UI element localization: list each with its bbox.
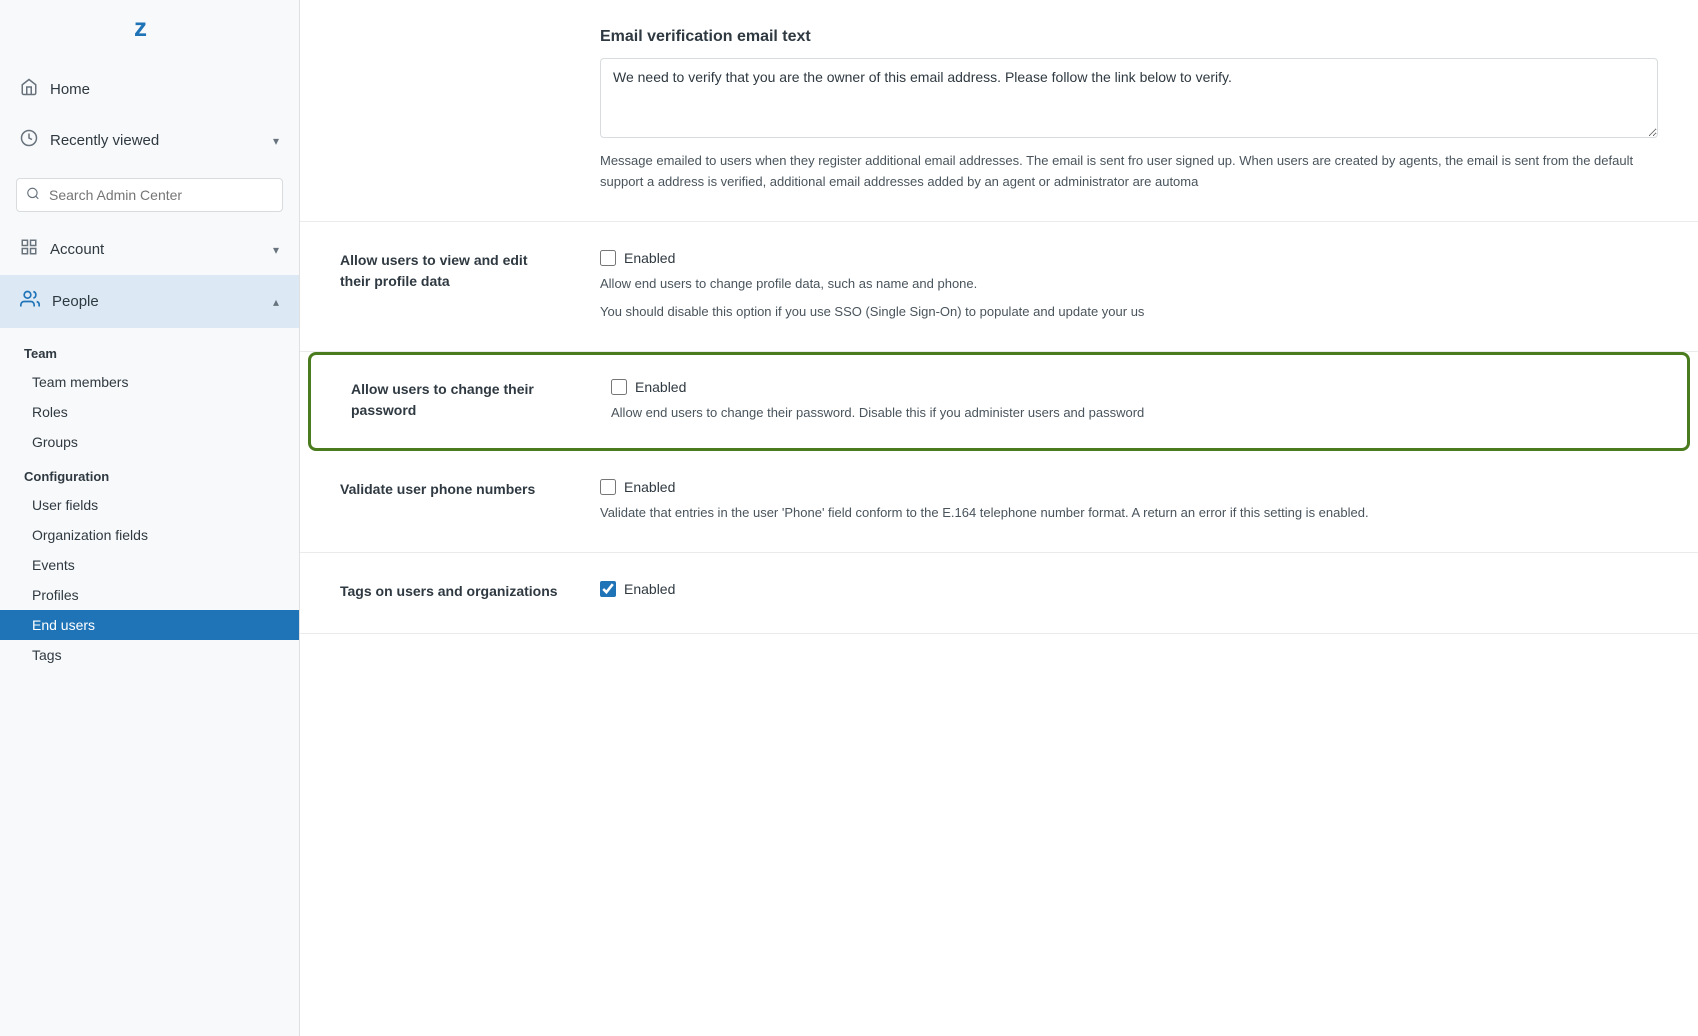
validate-phone-label: Validate user phone numbers (340, 479, 560, 500)
sidebar: z Home Recently viewed ▾ Account ▾ (0, 0, 300, 1036)
sidebar-item-user-fields[interactable]: User fields (0, 490, 299, 520)
email-verification-title: Email verification email text (600, 28, 1658, 46)
sidebar-item-events[interactable]: Events (0, 550, 299, 580)
allow-change-password-description: Allow end users to change their password… (611, 403, 1647, 424)
recently-viewed-chevron: ▾ (273, 134, 279, 148)
email-verification-row: Email verification email text Message em… (300, 0, 1698, 222)
validate-phone-control: Enabled Validate that entries in the use… (600, 479, 1658, 524)
allow-change-password-checkbox[interactable] (611, 379, 627, 395)
home-icon (20, 78, 38, 101)
validate-phone-checkbox-row: Enabled (600, 479, 1658, 495)
tags-on-orgs-checkbox-row: Enabled (600, 581, 1658, 597)
tags-on-orgs-label: Tags on users and organizations (340, 581, 560, 602)
people-icon (20, 289, 40, 314)
sidebar-item-account[interactable]: Account ▾ (0, 224, 299, 275)
allow-view-edit-desc1: Allow end users to change profile data, … (600, 274, 1658, 295)
allow-change-password-row: Allow users to change their password Ena… (308, 352, 1690, 451)
sidebar-item-end-users[interactable]: End users (0, 610, 299, 640)
email-verification-description: Message emailed to users when they regis… (600, 151, 1658, 193)
validate-phone-checkbox[interactable] (600, 479, 616, 495)
allow-change-password-enabled-label: Enabled (635, 379, 686, 395)
sidebar-item-people[interactable]: People ▴ (0, 275, 299, 328)
email-verification-control: Email verification email text Message em… (600, 28, 1658, 193)
tags-on-orgs-control: Enabled (600, 581, 1658, 605)
sidebar-item-groups[interactable]: Groups (0, 427, 299, 457)
search-icon (26, 187, 40, 204)
recently-viewed-label: Recently viewed (50, 132, 261, 149)
home-label: Home (50, 81, 279, 98)
tags-on-orgs-row: Tags on users and organizations Enabled (300, 553, 1698, 634)
allow-view-edit-checkbox-row: Enabled (600, 250, 1658, 266)
search-input[interactable] (16, 178, 283, 212)
allow-view-edit-control: Enabled Allow end users to change profil… (600, 250, 1658, 324)
people-chevron: ▴ (273, 295, 279, 309)
zendesk-logo-icon: z (130, 8, 170, 56)
sidebar-item-home[interactable]: Home (0, 64, 299, 115)
sidebar-item-recently-viewed[interactable]: Recently viewed ▾ (0, 115, 299, 166)
sidebar-item-organization-fields[interactable]: Organization fields (0, 520, 299, 550)
validate-phone-enabled-label: Enabled (624, 479, 675, 495)
allow-change-password-checkbox-row: Enabled (611, 379, 1647, 395)
main-content: Email verification email text Message em… (300, 0, 1698, 1036)
sidebar-item-tags[interactable]: Tags (0, 640, 299, 670)
sidebar-item-profiles[interactable]: Profiles (0, 580, 299, 610)
allow-view-edit-row: Allow users to view and edit their profi… (300, 222, 1698, 353)
allow-view-edit-enabled-label: Enabled (624, 250, 675, 266)
allow-change-password-label: Allow users to change their password (351, 379, 571, 421)
allow-view-edit-desc2: You should disable this option if you us… (600, 302, 1658, 323)
svg-text:z: z (134, 12, 147, 42)
tags-on-orgs-enabled-label: Enabled (624, 581, 675, 597)
allow-change-password-control: Enabled Allow end users to change their … (611, 379, 1647, 424)
allow-view-edit-label: Allow users to view and edit their profi… (340, 250, 560, 292)
account-label: Account (50, 241, 261, 258)
sidebar-item-team-members[interactable]: Team members (0, 367, 299, 397)
allow-view-edit-checkbox[interactable] (600, 250, 616, 266)
validate-phone-row: Validate user phone numbers Enabled Vali… (300, 451, 1698, 553)
email-verification-textarea[interactable] (600, 58, 1658, 138)
sidebar-logo: z (0, 0, 299, 64)
config-section-title: Configuration (0, 457, 299, 490)
account-chevron: ▾ (273, 243, 279, 257)
account-icon (20, 238, 38, 261)
tags-on-orgs-checkbox[interactable] (600, 581, 616, 597)
search-container (0, 170, 299, 220)
team-section-title: Team (0, 340, 299, 367)
validate-phone-description: Validate that entries in the user 'Phone… (600, 503, 1658, 524)
sidebar-item-roles[interactable]: Roles (0, 397, 299, 427)
people-label: People (52, 293, 261, 310)
clock-icon (20, 129, 38, 152)
people-subsection: Team Team members Roles Groups Configura… (0, 328, 299, 674)
